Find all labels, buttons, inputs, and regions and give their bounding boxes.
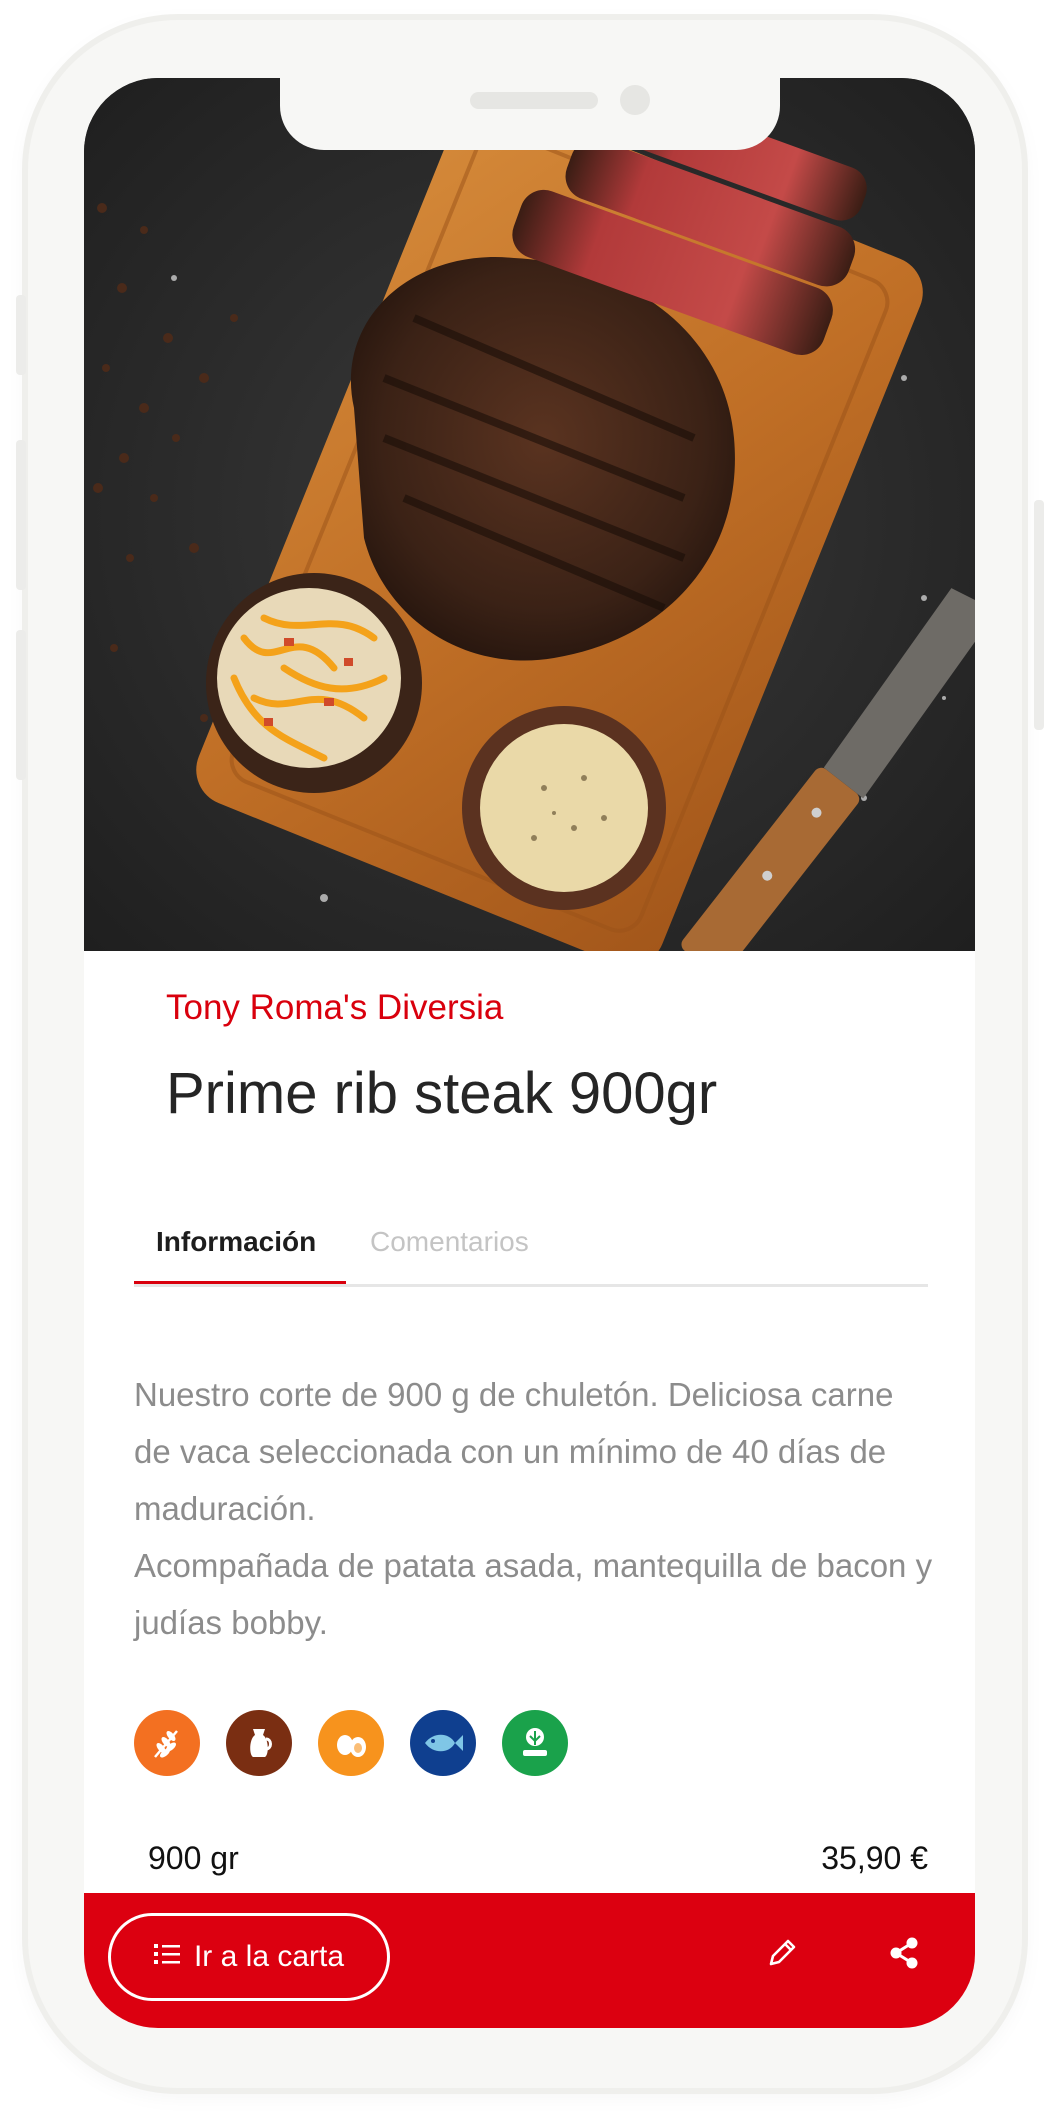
app-screen: Tony Roma's Diversia Prime rib steak 900… <box>84 78 975 2028</box>
fish-icon <box>410 1710 476 1776</box>
dish-description: Nuestro corte de 900 g de chuletón. Deli… <box>134 1366 934 1651</box>
phone-notch <box>280 78 780 150</box>
celery-icon <box>502 1710 568 1776</box>
dish-title: Prime rib steak 900gr <box>166 1061 718 1126</box>
tab-comentarios[interactable]: Comentarios <box>370 1226 529 1258</box>
phone-side-button <box>1034 500 1044 730</box>
dish-photo <box>84 78 975 951</box>
phone-side-button <box>16 630 26 780</box>
go-to-menu-button[interactable]: Ir a la carta <box>108 1913 390 2001</box>
pencil-icon[interactable] <box>764 1935 800 1971</box>
list-icon <box>153 1940 180 1974</box>
description-line: Acompañada de patata asada, mantequilla … <box>134 1547 933 1641</box>
restaurant-name[interactable]: Tony Roma's Diversia <box>166 988 503 1028</box>
share-icon[interactable] <box>886 1935 922 1971</box>
gluten-wheat-icon <box>134 1710 200 1776</box>
dish-weight: 900 gr <box>148 1840 239 1876</box>
phone-side-button <box>16 295 26 375</box>
tab-bar: Información Comentarios <box>134 1226 928 1287</box>
tab-informacion[interactable]: Información <box>156 1226 316 1258</box>
phone-side-button <box>16 440 26 590</box>
phone-camera <box>620 85 650 115</box>
eggs-icon <box>318 1710 384 1776</box>
bottom-action-bar: Ir a la carta <box>84 1893 975 2028</box>
dish-price: 35,90 € <box>821 1840 928 1876</box>
phone-speaker <box>470 92 598 109</box>
go-to-menu-label: Ir a la carta <box>193 1940 345 1973</box>
dairy-jug-icon <box>226 1710 292 1776</box>
description-line: Nuestro corte de 900 g de chuletón. Deli… <box>134 1376 894 1527</box>
active-tab-indicator <box>134 1281 346 1284</box>
